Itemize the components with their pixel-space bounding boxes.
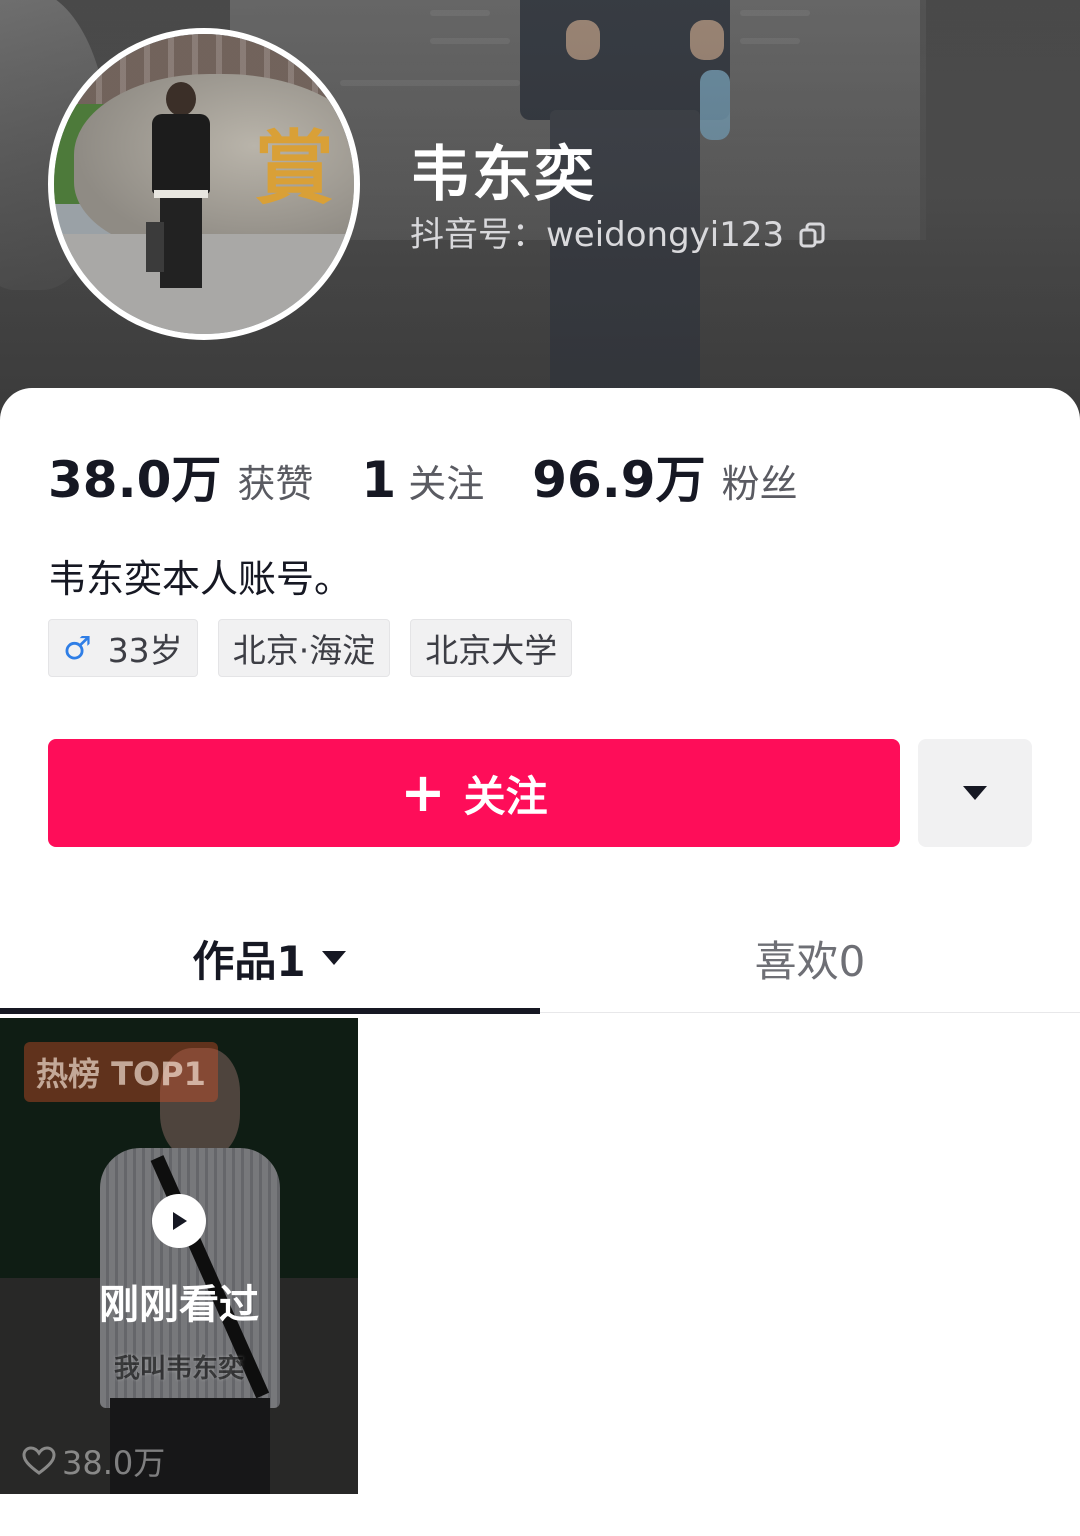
- video-thumbnail[interactable]: 热榜 TOP1 刚刚看过 我叫韦东奕 38.0万: [0, 1018, 358, 1494]
- tag-school[interactable]: 北京大学: [410, 619, 573, 677]
- stat-followers-value: 96.9万: [532, 451, 706, 509]
- douyin-id-text: 抖音号：weidongyi123: [410, 215, 785, 255]
- copy-icon[interactable]: [798, 218, 826, 247]
- tab-works-label: 作品1: [192, 936, 306, 986]
- video-likes: 38.0万: [22, 1438, 165, 1484]
- recently-watched-label: 刚刚看过: [99, 1282, 259, 1328]
- play-icon: [152, 1194, 206, 1248]
- stat-followers-label: 粉丝: [721, 462, 798, 506]
- bio: 韦东奕本人账号。: [48, 557, 353, 601]
- tag-age-text: 33岁: [107, 631, 183, 670]
- tab-divider: [540, 1012, 1080, 1013]
- stat-followers[interactable]: 96.9万 粉丝: [532, 440, 797, 512]
- plus-icon: +: [400, 761, 446, 824]
- profile-name: 韦东奕: [410, 140, 596, 210]
- stats-row: 38.0万 获赞 1 关注 96.9万 粉丝: [48, 440, 846, 512]
- stat-following-value: 1: [361, 451, 397, 509]
- content-tabs: 作品1 喜欢0: [0, 908, 1080, 1014]
- more-dropdown-button[interactable]: [918, 739, 1032, 847]
- avatar[interactable]: 賞: [48, 28, 360, 340]
- stat-likes[interactable]: 38.0万 获赞: [48, 440, 313, 512]
- video-caption: 我叫韦东奕: [113, 1354, 244, 1384]
- stat-likes-label: 获赞: [237, 462, 314, 506]
- follow-button[interactable]: + 关注: [48, 739, 900, 847]
- caret-down-icon: [321, 951, 346, 965]
- tab-active-indicator: [0, 1008, 540, 1014]
- stat-likes-value: 38.0万: [48, 451, 222, 509]
- stat-following-label: 关注: [408, 462, 485, 506]
- tag-age: ♂ 33岁: [48, 619, 198, 677]
- douyin-id[interactable]: 抖音号：weidongyi123: [410, 207, 826, 256]
- hot-rank-badge: 热榜 TOP1: [24, 1042, 218, 1102]
- video-likes-count: 38.0万: [62, 1444, 166, 1482]
- stat-following[interactable]: 1 关注: [361, 451, 484, 509]
- heart-icon: [22, 1446, 56, 1475]
- follow-button-label: 关注: [463, 771, 548, 821]
- profile-card: 38.0万 获赞 1 关注 96.9万 粉丝 韦东奕本人账号。 ♂ 33岁 北京…: [0, 388, 1080, 1536]
- tag-location: 北京·海淀: [217, 619, 391, 677]
- male-icon: ♂: [63, 629, 92, 667]
- tab-works[interactable]: 作品1: [0, 908, 540, 1008]
- caret-down-icon: [963, 786, 987, 800]
- profile-tags: ♂ 33岁 北京·海淀 北京大学: [48, 619, 592, 677]
- avatar-person: [146, 82, 216, 292]
- tab-likes[interactable]: 喜欢0: [540, 908, 1080, 1008]
- tab-likes-label: 喜欢0: [754, 936, 866, 986]
